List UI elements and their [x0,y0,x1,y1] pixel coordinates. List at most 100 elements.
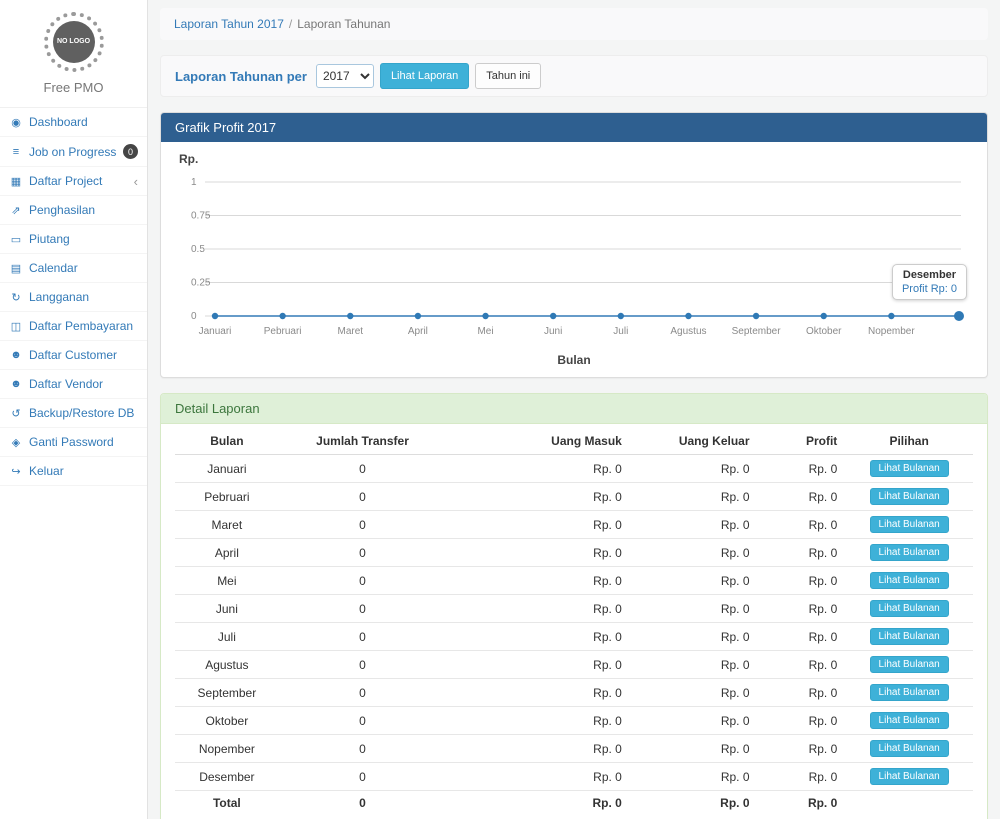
table-cell: Rp. 0 [446,651,630,679]
report-table: BulanJumlah TransferUang MasukUang Kelua… [175,428,973,815]
sidebar-item-label: Job on Progress [29,145,117,159]
table-cell: Rp. 0 [758,455,846,483]
table-cell: Rp. 0 [630,651,758,679]
sidebar-item-dashboard[interactable]: ◉ Dashboard [0,108,147,137]
table-cell: September [175,679,279,707]
table-cell: Agustus [175,651,279,679]
tahun-ini-button[interactable]: Tahun ini [475,63,541,89]
sidebar-item-langganan[interactable]: ↻Langganan [0,283,147,312]
sidebar-item-label: Penghasilan [29,203,138,217]
tasks-icon: ≡ [9,146,23,158]
table-cell: Rp. 0 [630,455,758,483]
svg-text:1: 1 [191,177,197,188]
table-cell: 0 [279,567,447,595]
no-logo-seal: NO LOGO [53,21,95,63]
svg-text:Pebruari: Pebruari [264,326,302,337]
year-select[interactable]: 2017 [316,64,374,88]
detail-panel-title: Detail Laporan [161,394,987,424]
breadcrumb-separator: / [289,17,292,31]
action-cell: Lihat Bulanan [845,763,973,791]
lihat-bulanan-button[interactable]: Lihat Bulanan [870,516,949,533]
table-row: Juni0Rp. 0Rp. 0Rp. 0Lihat Bulanan [175,595,973,623]
table-cell: Rp. 0 [446,763,630,791]
tooltip-value: Profit Rp: 0 [902,283,957,295]
lihat-bulanan-button[interactable]: Lihat Bulanan [870,544,949,561]
svg-text:September: September [732,326,782,337]
lihat-laporan-button[interactable]: Lihat Laporan [380,63,469,89]
lihat-bulanan-button[interactable]: Lihat Bulanan [870,488,949,505]
count-badge: 0 [123,144,138,159]
action-cell: Lihat Bulanan [845,735,973,763]
lihat-bulanan-button[interactable]: Lihat Bulanan [870,600,949,617]
lihat-bulanan-button[interactable]: Lihat Bulanan [870,684,949,701]
chart-area: 00.250.50.751JanuariPebruariMaretAprilMe… [171,168,977,353]
table-cell: Oktober [175,707,279,735]
table-cell: Juli [175,623,279,651]
table-cell: Rp. 0 [758,595,846,623]
lihat-bulanan-button[interactable]: Lihat Bulanan [870,740,949,757]
table-cell: Rp. 0 [446,707,630,735]
sign-out-icon: ↪ [9,465,23,478]
breadcrumb-link-laporan-tahun[interactable]: Laporan Tahun 2017 [174,17,284,31]
users-icon: ☻ [9,378,23,390]
lihat-bulanan-button[interactable]: Lihat Bulanan [870,656,949,673]
table-cell: April [175,539,279,567]
dashboard-icon: ◉ [9,116,23,129]
sidebar-item-calendar[interactable]: ▤ Calendar [0,254,147,283]
sidebar-item-daftar-customer[interactable]: ☻Daftar Customer [0,341,147,370]
table-cell: Rp. 0 [758,511,846,539]
sidebar-item-daftar-vendor[interactable]: ☻Daftar Vendor [0,370,147,399]
sidebar-item-keluar[interactable]: ↪ Keluar [0,457,147,486]
svg-text:Maret: Maret [337,326,363,337]
breadcrumb: Laporan Tahun 2017/Laporan Tahunan [160,8,988,40]
table-cell: Nopember [175,735,279,763]
total-cell: Rp. 0 [758,791,846,816]
table-cell: Mei [175,567,279,595]
users-icon: ☻ [9,349,23,361]
empty-cell [845,791,973,816]
sidebar-item-daftar-pembayaran[interactable]: ◫Daftar Pembayaran [0,312,147,341]
sidebar-item-label: Piutang [29,232,138,246]
sidebar-item-daftar-project[interactable]: ▦Daftar Project‹ [0,167,147,196]
main-content: Laporan Tahun 2017/Laporan Tahunan Lapor… [148,0,1000,819]
sidebar: NO LOGO Free PMO ◉Dashboard≡Job on Progr… [0,0,148,819]
column-header: Jumlah Transfer [279,428,447,455]
table-cell: Rp. 0 [446,595,630,623]
lihat-bulanan-button[interactable]: Lihat Bulanan [870,768,949,785]
sidebar-item-backup-restore-db[interactable]: ↺Backup/Restore DB [0,399,147,428]
svg-text:0: 0 [191,311,197,322]
lihat-bulanan-button[interactable]: Lihat Bulanan [870,712,949,729]
table-cell: 0 [279,483,447,511]
svg-text:0.5: 0.5 [191,244,205,255]
table-cell: 0 [279,707,447,735]
table-cell: Rp. 0 [446,735,630,763]
sidebar-item-ganti-password[interactable]: ◈Ganti Password [0,428,147,457]
sidebar-item-job-on-progress[interactable]: ≡ Job on Progress 0 [0,137,147,167]
sidebar-item-penghasilan[interactable]: ⇗Penghasilan [0,196,147,225]
sidebar-item-label: Dashboard [29,115,138,129]
action-cell: Lihat Bulanan [845,539,973,567]
table-cell: Rp. 0 [446,539,630,567]
lihat-bulanan-button[interactable]: Lihat Bulanan [870,460,949,477]
svg-text:April: April [408,326,428,337]
table-cell: 0 [279,539,447,567]
svg-text:Oktober: Oktober [806,326,842,337]
chart-body: Rp. 00.250.50.751JanuariPebruariMaretApr… [161,142,987,377]
lihat-bulanan-button[interactable]: Lihat Bulanan [870,572,949,589]
table-cell: Pebruari [175,483,279,511]
sidebar-item-label: Keluar [29,464,138,478]
table-cell: Rp. 0 [758,623,846,651]
chevron-left-icon: ‹ [134,175,138,188]
svg-text:0.75: 0.75 [191,211,211,222]
profit-chart-panel: Grafik Profit 2017 Rp. 00.250.50.751Janu… [160,112,988,378]
lihat-bulanan-button[interactable]: Lihat Bulanan [870,628,949,645]
table-cell: Rp. 0 [630,511,758,539]
table-cell: Rp. 0 [446,455,630,483]
table-cell: Rp. 0 [758,735,846,763]
sidebar-item-label: Calendar [29,261,138,275]
total-cell: Rp. 0 [630,791,758,816]
action-cell: Lihat Bulanan [845,623,973,651]
table-cell: Rp. 0 [758,763,846,791]
sidebar-item-piutang[interactable]: ▭Piutang [0,225,147,254]
calendar-icon: ▤ [9,262,23,275]
